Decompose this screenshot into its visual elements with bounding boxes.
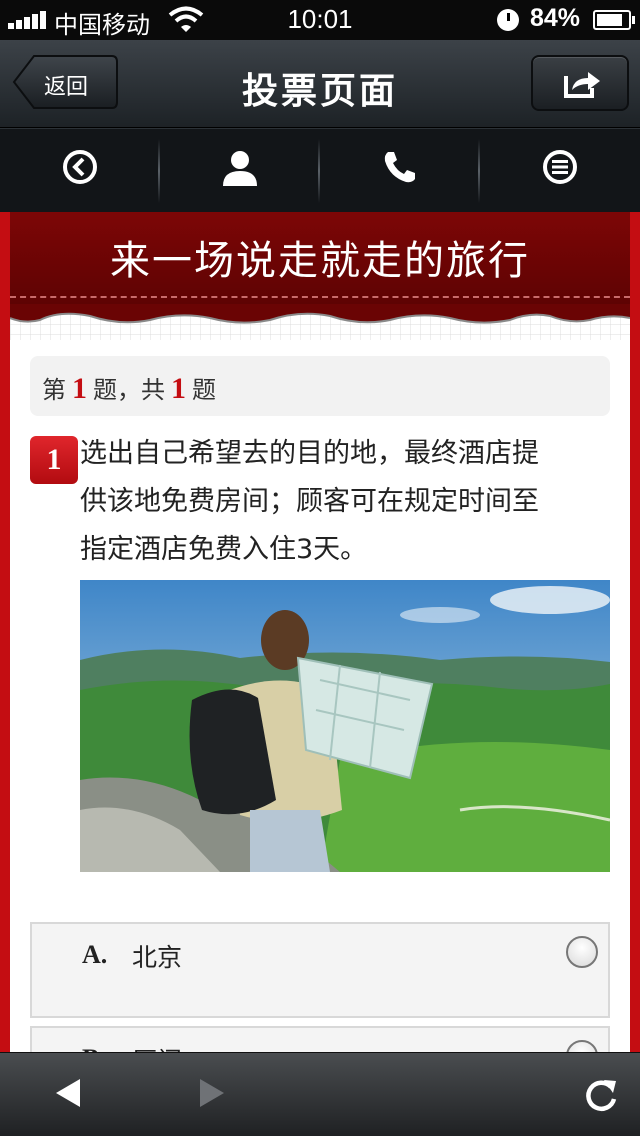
option-label: 北京 — [132, 943, 183, 972]
torn-paper-edge — [10, 304, 630, 340]
question-counter: 第 1 题，共 1 题 — [30, 356, 610, 416]
battery-percent: 84% — [530, 4, 581, 32]
option-b[interactable]: B. 厦门 — [30, 1026, 610, 1052]
reload-icon[interactable] — [584, 1077, 618, 1113]
phone-icon — [384, 152, 415, 183]
browser-forward-icon[interactable] — [198, 1077, 226, 1109]
user-icon — [223, 151, 257, 186]
question-card: 第 1 题，共 1 题 1 选出自己希望去的目的地，最终酒店提 供该地免费房间；… — [10, 304, 630, 1052]
alarm-icon — [497, 9, 519, 31]
browser-bottom-bar — [0, 1052, 640, 1136]
toolbar-back-button[interactable] — [0, 129, 160, 213]
current-question-number: 1 — [72, 372, 87, 405]
option-letter: B. — [82, 1044, 106, 1052]
battery-icon — [593, 10, 635, 30]
toolbar — [0, 128, 640, 212]
question-text: 选出自己希望去的目的地，最终酒店提 供该地免费房间；顾客可在规定时间至 指定酒店… — [80, 438, 539, 565]
option-a-radio[interactable] — [566, 936, 598, 968]
option-a[interactable]: A. 北京 — [30, 922, 610, 1018]
banner: 来一场说走就走的旅行 — [10, 212, 630, 304]
toolbar-phone-button[interactable] — [320, 129, 480, 213]
option-b-radio[interactable] — [566, 1040, 598, 1052]
vote-content: 来一场说走就走的旅行 第 1 题，共 1 题 1 选出自己希望去的目的地，最终酒… — [0, 212, 640, 1052]
toolbar-menu-button[interactable] — [480, 129, 640, 213]
share-button[interactable] — [531, 55, 629, 111]
question-image — [80, 580, 610, 872]
option-label: 厦门 — [132, 1042, 182, 1052]
back-circle-icon — [63, 150, 97, 184]
total-question-number: 1 — [171, 372, 186, 405]
menu-icon — [543, 150, 577, 184]
option-letter: A. — [82, 940, 108, 969]
toolbar-user-button[interactable] — [160, 129, 320, 213]
status-bar: 中国移动 10:01 84% — [0, 0, 640, 40]
nav-bar: 返回 投票页面 — [0, 40, 640, 128]
browser-back-icon[interactable] — [54, 1077, 82, 1109]
share-icon — [564, 72, 600, 98]
banner-title: 来一场说走就走的旅行 — [110, 238, 530, 284]
question-number-badge: 1 — [30, 436, 78, 484]
